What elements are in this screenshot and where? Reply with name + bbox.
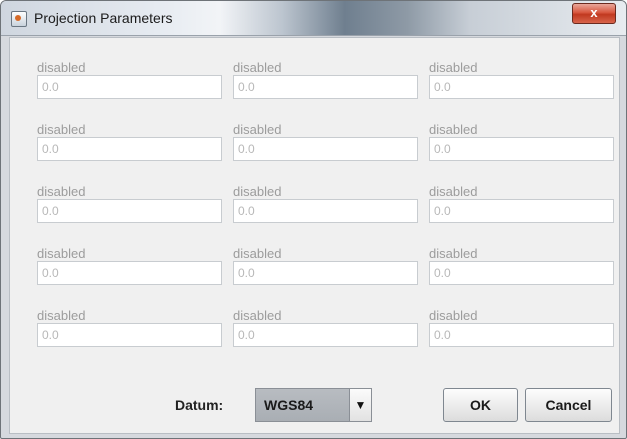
parameter-input: 0.0 xyxy=(233,261,418,285)
parameter-label: disabled xyxy=(37,122,86,137)
parameter-label: disabled xyxy=(37,308,86,323)
projection-parameters-dialog: Projection Parameters x disabled 0.0 disab… xyxy=(0,0,627,439)
close-button[interactable]: x xyxy=(572,3,616,24)
dropdown-arrow-icon[interactable]: ▼ xyxy=(349,389,371,421)
parameter-input: 0.0 xyxy=(233,75,418,99)
cancel-button[interactable]: Cancel xyxy=(525,388,612,422)
parameter-label: disabled xyxy=(429,308,478,323)
ok-button[interactable]: OK xyxy=(443,388,518,422)
parameter-label: disabled xyxy=(233,246,282,261)
parameter-input: 0.0 xyxy=(37,199,222,223)
parameter-input: 0.0 xyxy=(37,261,222,285)
parameter-label: disabled xyxy=(37,184,86,199)
datum-select[interactable]: WGS84 ▼ xyxy=(255,388,372,422)
parameter-input: 0.0 xyxy=(233,137,418,161)
parameter-input: 0.0 xyxy=(429,323,614,347)
parameter-input: 0.0 xyxy=(233,199,418,223)
datum-selected-value: WGS84 xyxy=(256,389,350,421)
parameter-input: 0.0 xyxy=(429,261,614,285)
parameter-label: disabled xyxy=(429,122,478,137)
title-bar[interactable]: Projection Parameters x xyxy=(1,1,626,36)
parameter-label: disabled xyxy=(429,184,478,199)
parameter-input: 0.0 xyxy=(37,75,222,99)
dialog-content: disabled 0.0 disabled 0.0 disabled 0.0 disable… xyxy=(9,37,620,434)
parameter-input: 0.0 xyxy=(37,137,222,161)
java-app-icon xyxy=(11,11,27,27)
parameter-label: disabled xyxy=(233,308,282,323)
parameter-input: 0.0 xyxy=(429,137,614,161)
window-title: Projection Parameters xyxy=(34,10,173,26)
parameter-label: disabled xyxy=(233,60,282,75)
parameter-label: disabled xyxy=(37,60,86,75)
parameter-input: 0.0 xyxy=(429,75,614,99)
datum-label: Datum: xyxy=(175,397,224,413)
parameter-label: disabled xyxy=(429,60,478,75)
parameter-label: disabled xyxy=(429,246,478,261)
parameter-label: disabled xyxy=(233,184,282,199)
parameter-input: 0.0 xyxy=(37,323,222,347)
parameter-input: 0.0 xyxy=(429,199,614,223)
parameter-label: disabled xyxy=(37,246,86,261)
parameter-input: 0.0 xyxy=(233,323,418,347)
parameter-label: disabled xyxy=(233,122,282,137)
